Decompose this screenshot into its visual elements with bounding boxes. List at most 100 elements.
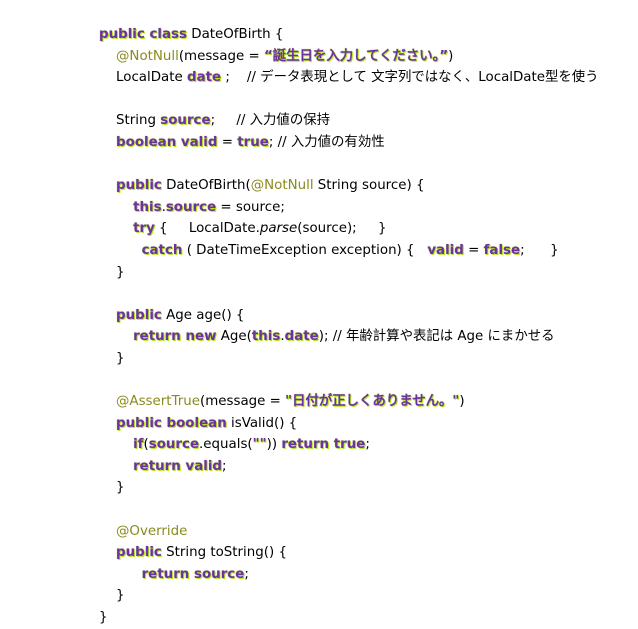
code-annotation: @NotNull (250, 178, 314, 194)
code-string: "" (252, 437, 267, 453)
code-annotation: @AssertTrue (116, 394, 200, 410)
code-text: ) (448, 48, 454, 64)
code-line: @Override (99, 521, 599, 543)
code-keyword: date (187, 70, 222, 86)
code-keyword: this (251, 329, 281, 345)
code-text: ; (222, 458, 227, 474)
code-keyword: date (284, 329, 319, 345)
code-keyword: return new (133, 329, 217, 345)
code-text: Age( (216, 329, 252, 345)
code-keyword: source (165, 199, 217, 215)
code-text: LocalDate (99, 70, 187, 86)
code-text: = (217, 134, 238, 150)
code-text: ) (459, 394, 465, 410)
code-line: } (99, 585, 599, 607)
code-text: ; (244, 566, 249, 582)
code-line: public String toString() { (99, 542, 599, 564)
code-text: = (463, 242, 484, 258)
code-line: return source; (99, 564, 599, 586)
code-string: “誕生日を入力してください。” (263, 48, 449, 64)
code-keyword: try (133, 221, 155, 237)
code-line: @NotNull(message = “誕生日を入力してください。”) (99, 46, 599, 68)
code-text: DateOfBirth { (187, 27, 284, 42)
code-string: "日付が正しくありません。" (285, 394, 460, 410)
code-keyword: true (237, 134, 269, 150)
code-line: public boolean isValid() { (99, 413, 599, 435)
code-text: ; } (520, 242, 559, 258)
code-keyword: valid (427, 242, 464, 258)
code-text: ; // 入力値の有効性 (268, 134, 385, 150)
code-text: (message = (199, 394, 286, 410)
code-keyword: source (148, 437, 200, 453)
code-line: boolean valid = true; // 入力値の有効性 (99, 132, 599, 154)
code-keyword: public (116, 307, 162, 323)
code-text: { LocalDate. (154, 221, 260, 237)
code-keyword: return source (141, 566, 245, 582)
code-text: ; // 入力値の保持 (210, 113, 330, 129)
code-line: } (99, 607, 599, 629)
code-text: isValid() { (226, 415, 298, 431)
code-annotation: @NotNull (116, 48, 179, 64)
code-line: return new Age(this.date); // 年齢計算や表記は A… (99, 326, 599, 348)
slide: public class DateOfBirth { @NotNull(mess… (0, 0, 638, 625)
code-keyword: catch (141, 242, 183, 258)
code-line: LocalDate date ; // データ表現として 文字列ではなく、Loc… (99, 67, 599, 89)
code-text: (message = (178, 48, 264, 64)
code-text: = source; (216, 199, 285, 215)
code-line: return valid; (99, 456, 599, 478)
code-text: Age age() { (161, 307, 245, 323)
code-text: DateOfBirth( (161, 178, 251, 194)
code-text: String source) { (313, 178, 425, 194)
code-text: } (99, 350, 125, 366)
code-keyword: return valid (133, 458, 223, 474)
code-text: ( DateTimeException exception) { (182, 242, 428, 258)
code-keyword: source (160, 113, 211, 129)
code-line: catch ( DateTimeException exception) { v… (99, 240, 599, 262)
code-text: .equals( (199, 437, 253, 453)
code-line: try { LocalDate.parse(source); } (99, 218, 599, 240)
code-line: this.source = source; (99, 197, 599, 219)
code-line: String source; // 入力値の保持 (99, 110, 599, 132)
code-text: ); // 年齢計算や表記は Age にまかせる (318, 329, 555, 345)
code-keyword: return true (281, 437, 366, 453)
code-italic: parse (259, 221, 298, 237)
code-text: String toString() { (161, 545, 287, 561)
code-text: ; // データ表現として 文字列ではなく、LocalDate型を使う (221, 70, 599, 86)
code-keyword: boolean valid (116, 134, 218, 150)
code-text: ; (365, 437, 370, 453)
code-block: public class DateOfBirth { @NotNull(mess… (99, 24, 599, 629)
code-keyword: this (133, 199, 162, 215)
code-text: } (99, 610, 108, 626)
code-line: @AssertTrue(message = "日付が正しくありません。") (99, 391, 599, 413)
code-text: )) (266, 437, 282, 453)
code-keyword: public class (99, 27, 187, 42)
code-annotation: @Override (116, 523, 188, 539)
code-line: if(source.equals("")) return true; (99, 434, 599, 456)
code-line: } (99, 477, 599, 499)
code-line: public DateOfBirth(@NotNull String sourc… (99, 175, 599, 197)
code-line: public Age age() { (99, 305, 599, 327)
code-text: } (99, 480, 125, 496)
code-keyword: public (116, 178, 162, 194)
code-keyword: public (116, 545, 162, 561)
code-keyword: if (133, 437, 144, 453)
code-line: } (99, 262, 599, 284)
code-line: } (99, 348, 599, 370)
code-text: } (99, 264, 125, 280)
code-text: } (99, 588, 125, 604)
